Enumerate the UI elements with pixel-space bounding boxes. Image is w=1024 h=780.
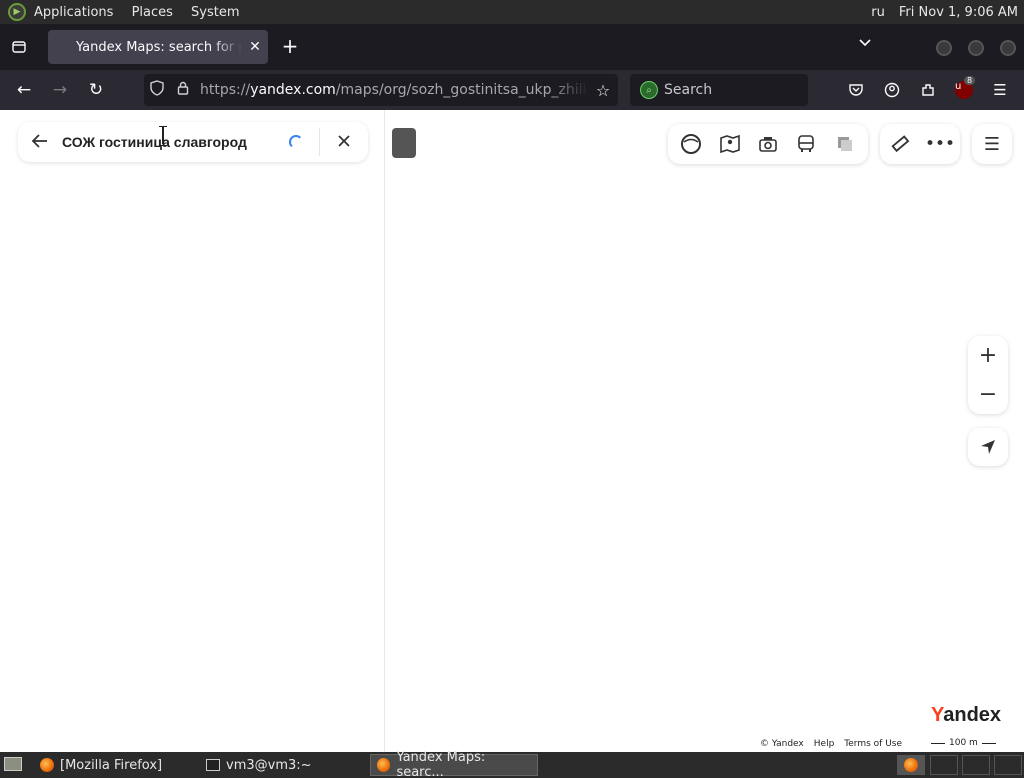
browser-tab-bar: Yandex Maps: search for places, transpor… <box>0 24 1024 70</box>
address-bar[interactable]: https://yandex.com/maps/org/sozh_gostini… <box>144 74 618 106</box>
chevron-down-icon[interactable] <box>858 36 872 52</box>
places-menu[interactable]: Places <box>132 5 173 20</box>
reload-button[interactable]: ↻ <box>78 74 114 106</box>
zoom-out-button[interactable]: − <box>979 383 997 406</box>
text-cursor-icon <box>159 126 167 146</box>
minimize-window-button[interactable] <box>936 40 952 56</box>
yandex-logo[interactable]: Yandex <box>931 704 1001 727</box>
transit-bus-icon[interactable] <box>790 128 822 160</box>
url-text: https://yandex.com/maps/org/sozh_gostini… <box>196 82 588 98</box>
firefox-icon <box>377 758 391 772</box>
ruler-icon[interactable] <box>884 128 916 160</box>
zoom-controls: + − <box>968 336 1008 414</box>
show-desktop-icon[interactable] <box>4 757 22 771</box>
taskbar-label: Yandex Maps: searc... <box>396 750 486 780</box>
help-link[interactable]: Help <box>814 739 835 749</box>
workspace-2[interactable] <box>930 755 958 775</box>
photos-camera-icon[interactable] <box>752 128 784 160</box>
firefox-icon <box>904 758 918 772</box>
back-button[interactable]: ← <box>6 74 42 106</box>
pocket-icon[interactable] <box>844 78 868 102</box>
map-tools-toolbar: ••• <box>880 124 960 164</box>
lock-icon[interactable] <box>170 81 196 99</box>
map-footer: © Yandex Help Terms of Use <box>760 739 902 749</box>
hamburger-menu-icon[interactable]: ☰ <box>988 78 1012 102</box>
yandex-logo-rest: andex <box>943 704 1002 726</box>
search-placeholder: Search <box>664 82 713 98</box>
search-back-icon[interactable] <box>18 132 62 153</box>
taskbar-label: vm3@vm3:~ <box>226 757 312 773</box>
close-window-button[interactable] <box>1000 40 1016 56</box>
system-taskbar: [Mozilla Firefox] vm3@vm3:~ Yandex Maps:… <box>0 750 1024 780</box>
scale-label: 100 m <box>949 738 978 748</box>
map-menu-icon[interactable]: ☰ <box>972 124 1012 164</box>
more-options-icon[interactable]: ••• <box>924 128 956 160</box>
applications-menu[interactable]: Applications <box>34 5 113 20</box>
shield-icon[interactable] <box>144 80 170 100</box>
map-style-icon[interactable] <box>675 128 707 160</box>
search-query-input[interactable]: СОЖ гостиница славгород <box>62 134 289 150</box>
url-host: yandex.com <box>250 82 336 98</box>
maximize-window-button[interactable] <box>968 40 984 56</box>
taskbar-label: [Mozilla Firefox] <box>60 757 163 773</box>
page-content: СОЖ гостиница славгород ••• ☰ + − Yandex… <box>0 110 1024 752</box>
url-path: /maps/org/sozh_gostinitsa_ukp_zhilkombin… <box>335 82 588 98</box>
scale-bar-left <box>931 742 945 744</box>
system-menus: Applications Places System <box>34 5 254 20</box>
workspace-1[interactable] <box>897 755 925 775</box>
clear-search-icon[interactable] <box>320 132 368 153</box>
taskbar-item-terminal[interactable]: vm3@vm3:~ <box>200 754 365 776</box>
terminal-icon <box>206 759 220 771</box>
clock[interactable]: Fri Nov 1, 9:06 AM <box>899 5 1018 20</box>
forward-button[interactable]: → <box>42 74 78 106</box>
terms-link[interactable]: Terms of Use <box>844 739 902 749</box>
close-tab-icon[interactable]: ✕ <box>242 39 268 55</box>
browser-search-bar[interactable]: ⌕ Search <box>630 74 808 106</box>
maps-search-box[interactable]: СОЖ гостиница славгород <box>18 122 368 162</box>
tab-title: Yandex Maps: search for places, transpor… <box>76 39 242 55</box>
account-icon[interactable] <box>880 78 904 102</box>
keyboard-layout-indicator[interactable]: ru <box>871 5 885 20</box>
workspace-4[interactable] <box>994 755 1022 775</box>
yandex-logo-y: Y <box>931 704 944 726</box>
my-location-icon[interactable] <box>968 428 1008 466</box>
maps-sidebar: СОЖ гостиница славгород <box>0 110 385 752</box>
panorama-icon[interactable] <box>714 128 746 160</box>
workspace-3[interactable] <box>962 755 990 775</box>
layers-icon[interactable] <box>829 128 861 160</box>
taskbar-item-firefox[interactable]: [Mozilla Firefox] <box>34 754 194 776</box>
loading-spinner-icon <box>289 135 303 149</box>
map-layers-toolbar <box>668 124 868 164</box>
map-canvas[interactable]: ••• ☰ + − Yandex © Yandex Help Terms of … <box>386 110 1024 752</box>
scale-bar-right <box>981 742 996 744</box>
system-top-panel: ▶ Applications Places System ru Fri Nov … <box>0 0 1024 24</box>
extension-count-badge: 8 <box>964 76 976 85</box>
firefox-icon <box>40 758 54 772</box>
taskbar-item-yandex-maps[interactable]: Yandex Maps: searc... <box>370 750 538 780</box>
extensions-icon[interactable] <box>916 78 940 102</box>
new-tab-button[interactable]: + <box>278 34 302 58</box>
system-menu[interactable]: System <box>191 5 239 20</box>
map-scale: 100 m <box>931 738 996 748</box>
tab-list-icon[interactable] <box>0 24 38 70</box>
copyright-text: © Yandex <box>760 739 804 749</box>
url-prefix: https:// <box>200 82 251 98</box>
browser-nav-toolbar: ← → ↻ https://yandex.com/maps/org/sozh_g… <box>0 70 1024 110</box>
tab-yandex-maps[interactable]: Yandex Maps: search for places, transpor… <box>48 30 268 64</box>
map-placeholder-block <box>392 128 416 158</box>
system-logo-icon[interactable]: ▶ <box>8 3 26 21</box>
search-engine-icon: ⌕ <box>640 81 658 99</box>
bookmark-star-icon[interactable]: ☆ <box>588 81 618 100</box>
zoom-in-button[interactable]: + <box>979 344 997 367</box>
